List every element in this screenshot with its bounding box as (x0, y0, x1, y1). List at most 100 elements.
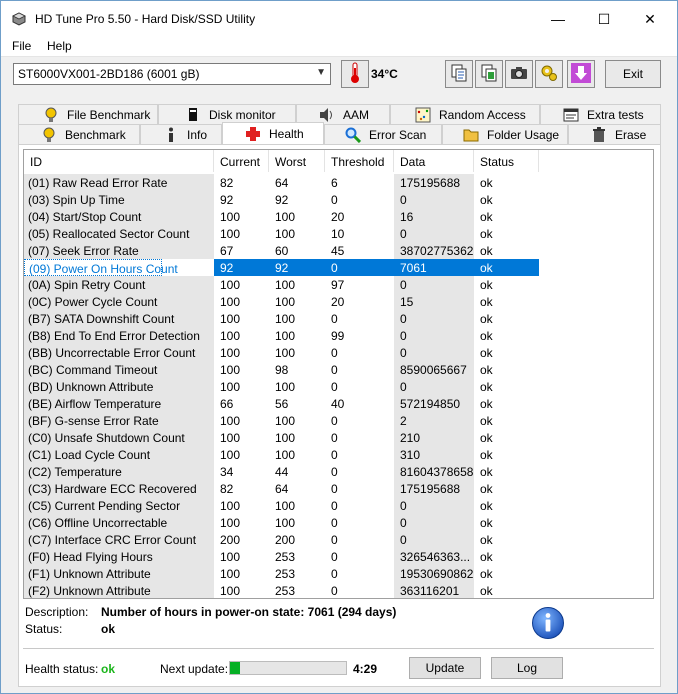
cell-current: 100 (220, 346, 241, 360)
column-header-threshold[interactable]: Threshold (325, 150, 394, 172)
drive-select[interactable]: ST6000VX001-2BD186 (6001 gB) ▼ (13, 63, 331, 85)
cell-status: ok (480, 278, 493, 292)
temperature-button[interactable] (341, 60, 369, 88)
health-status-label: Health status: (25, 662, 99, 676)
camera-icon (510, 65, 528, 84)
cell-data: 0 (394, 497, 474, 514)
copy-text-button[interactable] (445, 60, 473, 88)
exit-button[interactable]: Exit (605, 60, 661, 88)
tab-disk-monitor[interactable]: Disk monitor (158, 104, 296, 124)
smart-table[interactable]: ID Current Worst Threshold Data Status (… (23, 149, 654, 599)
tab-file-benchmark[interactable]: File Benchmark (18, 104, 158, 124)
cell-threshold: 0 (331, 465, 338, 479)
tab-erase[interactable]: Erase (568, 124, 661, 144)
table-row[interactable]: (03) Spin Up Time 92 92 0 0 ok (24, 191, 653, 208)
cell-data: 0 (394, 514, 474, 531)
maximize-button[interactable]: ☐ (581, 1, 627, 37)
save-button[interactable] (567, 60, 595, 88)
tab-row-top: File Benchmark Disk monitor AAM Random A… (18, 104, 661, 124)
cell-id: (B8) End To End Error Detection (24, 327, 214, 344)
table-row[interactable]: (C1) Load Cycle Count 100 100 0 310 ok (24, 446, 653, 463)
column-header-status[interactable]: Status (474, 150, 539, 172)
cell-current: 82 (220, 482, 234, 496)
table-row[interactable]: (0C) Power Cycle Count 100 100 20 15 ok (24, 293, 653, 310)
column-header-worst[interactable]: Worst (269, 150, 325, 172)
tab-extra-tests[interactable]: Extra tests (540, 104, 661, 124)
cell-data: 310 (394, 446, 474, 463)
cell-current: 66 (220, 397, 234, 411)
column-header-data[interactable]: Data (394, 150, 474, 172)
table-row[interactable]: (0A) Spin Retry Count 100 100 97 0 ok (24, 276, 653, 293)
tab-info[interactable]: Info (140, 124, 222, 144)
table-row[interactable]: (01) Raw Read Error Rate 82 64 6 175195688 ok (24, 174, 653, 191)
menu-help[interactable]: Help (47, 39, 72, 53)
cell-id: (BE) Airflow Temperature (24, 395, 214, 412)
cell-threshold: 0 (331, 193, 338, 207)
table-row[interactable]: (BB) Uncorrectable Error Count 100 100 0 0 ok (24, 344, 653, 361)
table-row[interactable]: (B8) End To End Error Detection 100 100 99 0… (24, 327, 653, 344)
log-button[interactable]: Log (491, 657, 563, 679)
tab-benchmark[interactable]: Benchmark (18, 124, 140, 144)
cell-threshold: 0 (325, 259, 394, 276)
table-row[interactable]: (BF) G-sense Error Rate 100 100 0 2 ok (24, 412, 653, 429)
table-row[interactable]: (F2) Unknown Attribute 100 253 0 363116201 ok (24, 582, 653, 598)
cell-id: (C5) Current Pending Sector (24, 497, 214, 514)
cell-status: ok (480, 516, 493, 530)
table-row[interactable]: (C0) Unsafe Shutdown Count 100 100 0 210 ok (24, 429, 653, 446)
options-button[interactable] (535, 60, 563, 88)
cell-threshold: 0 (331, 380, 338, 394)
table-row[interactable]: (C6) Offline Uncorrectable 100 100 0 0 ok (24, 514, 653, 531)
cell-worst: 100 (275, 295, 296, 309)
cell-data: 0 (394, 344, 474, 361)
tab-aam[interactable]: AAM (296, 104, 390, 124)
minimize-button[interactable]: — (535, 1, 581, 37)
health-cross-icon (245, 126, 261, 142)
tab-error-scan[interactable]: Error Scan (324, 124, 442, 144)
table-row[interactable]: (F0) Head Flying Hours 100 253 0 326546363..… (24, 548, 653, 565)
cell-threshold: 0 (331, 584, 338, 598)
table-row[interactable]: (BD) Unknown Attribute 100 100 0 0 ok (24, 378, 653, 395)
column-header-id[interactable]: ID (24, 150, 214, 172)
copy-image-button[interactable] (475, 60, 503, 88)
download-arrow-icon (571, 62, 591, 86)
drive-select-value: ST6000VX001-2BD186 (6001 gB) (18, 67, 200, 81)
table-row[interactable]: (C2) Temperature 34 44 0 81604378658 ok (24, 463, 653, 480)
info-small-icon (163, 127, 179, 143)
table-row[interactable]: (BC) Command Timeout 100 98 0 8590065667 ok (24, 361, 653, 378)
table-row[interactable]: (BE) Airflow Temperature 66 56 40 572194850 o… (24, 395, 653, 412)
tab-folder-usage[interactable]: Folder Usage (442, 124, 568, 144)
table-row[interactable]: (04) Start/Stop Count 100 100 20 16 ok (24, 208, 653, 225)
cell-status: ok (480, 431, 493, 445)
cell-current: 100 (220, 312, 241, 326)
update-button[interactable]: Update (409, 657, 481, 679)
cell-current: 100 (220, 329, 241, 343)
table-row[interactable]: (B7) SATA Downshift Count 100 100 0 0 ok (24, 310, 653, 327)
menu-file[interactable]: File (12, 39, 31, 53)
cell-id: (01) Raw Read Error Rate (24, 174, 214, 191)
cell-id: (C7) Interface CRC Error Count (24, 531, 214, 548)
title-bar[interactable]: HD Tune Pro 5.50 - Hard Disk/SSD Utility… (1, 1, 677, 37)
screenshot-button[interactable] (505, 60, 533, 88)
table-row[interactable]: (C3) Hardware ECC Recovered 82 64 0 17519568… (24, 480, 653, 497)
cell-status: ok (480, 448, 493, 462)
column-header-current[interactable]: Current (214, 150, 269, 172)
cell-status: ok (480, 465, 493, 479)
table-row[interactable]: (F1) Unknown Attribute 100 253 0 19530690862… (24, 565, 653, 582)
cell-data: 7061 (394, 259, 474, 276)
table-row[interactable]: (09) Power On Hours Count 92 92 0 7061 ok (24, 259, 653, 276)
tab-health[interactable]: Health (222, 122, 324, 144)
cell-status: ok (480, 193, 493, 207)
cell-threshold: 0 (331, 346, 338, 360)
folder-icon (463, 127, 479, 143)
chevron-down-icon: ▼ (316, 67, 326, 78)
table-row[interactable]: (C7) Interface CRC Error Count 200 200 0 0 ok (24, 531, 653, 548)
cell-worst: 100 (275, 448, 296, 462)
copy-text-icon (450, 64, 468, 85)
table-row[interactable]: (05) Reallocated Sector Count 100 100 10 0 ok (24, 225, 653, 242)
table-row[interactable]: (07) Seek Error Rate 67 60 45 38702775362 ok (24, 242, 653, 259)
tab-random-access[interactable]: Random Access (390, 104, 540, 124)
close-button[interactable]: ✕ (627, 1, 673, 37)
cell-id: (05) Reallocated Sector Count (24, 225, 214, 242)
table-row[interactable]: (C5) Current Pending Sector 100 100 0 0 ok (24, 497, 653, 514)
tab-label: Random Access (439, 107, 526, 122)
